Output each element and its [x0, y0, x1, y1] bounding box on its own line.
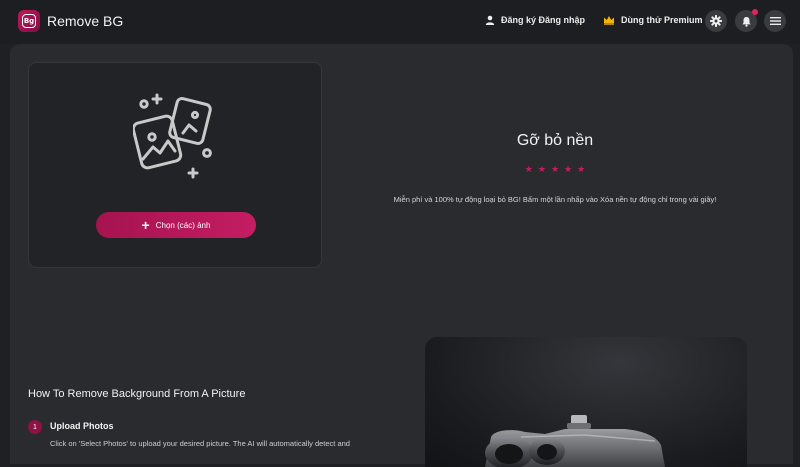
plus-icon: + — [141, 217, 150, 233]
choose-images-label: Chọn (các) ảnh — [155, 220, 211, 230]
notifications-button[interactable] — [735, 9, 758, 32]
example-preview-image — [425, 337, 747, 467]
user-icon — [485, 15, 495, 25]
app-logo[interactable]: Bg — [18, 10, 40, 32]
star-icon: ★ — [564, 164, 573, 174]
main-panel: + Chọn (các) ảnh Gỡ bỏ nền ★ ★ ★ ★ ★ Miễ… — [10, 44, 793, 467]
step-number-badge: 1 — [28, 420, 42, 434]
bell-icon — [741, 16, 751, 27]
upload-dropzone[interactable]: + Chọn (các) ảnh — [28, 62, 322, 268]
choose-images-button[interactable]: + Chọn (các) ảnh — [96, 212, 256, 238]
app-title[interactable]: Remove BG — [47, 13, 123, 29]
star-icon: ★ — [577, 164, 586, 174]
hero-description: Miễn phí và 100% tự động loại bỏ BG! Bấm… — [393, 195, 717, 204]
notification-badge — [752, 9, 758, 15]
star-icon: ★ — [524, 164, 533, 174]
camera-photo-image — [485, 415, 665, 467]
star-icon: ★ — [550, 164, 560, 174]
crown-icon — [604, 16, 614, 25]
hero-title: Gỡ bỏ nền — [516, 132, 594, 149]
menu-button[interactable] — [764, 10, 786, 32]
signup-login-label: Đăng ký Đăng nhập — [501, 15, 586, 25]
step-title: Upload Photos — [50, 421, 114, 431]
star-icon: ★ — [537, 164, 546, 174]
premium-trial-link[interactable]: Dùng thử Premium — [603, 15, 703, 25]
menu-icon — [769, 17, 781, 25]
step-description: Click on 'Select Photos' to upload your … — [50, 439, 350, 448]
images-icon — [133, 93, 212, 179]
howto-heading: How To Remove Background From A Picture — [28, 388, 246, 400]
gear-icon — [710, 15, 722, 27]
rating-stars: ★ ★ ★ ★ ★ — [355, 165, 755, 174]
top-navigation-bar: Bg Remove BG Đăng ký Đăng nhập Dùng thử … — [0, 0, 800, 44]
premium-label: Dùng thử Premium — [621, 15, 703, 25]
signup-login-link[interactable]: Đăng ký Đăng nhập — [485, 15, 585, 25]
logo-mark: Bg — [22, 14, 36, 28]
settings-button[interactable] — [705, 10, 727, 32]
